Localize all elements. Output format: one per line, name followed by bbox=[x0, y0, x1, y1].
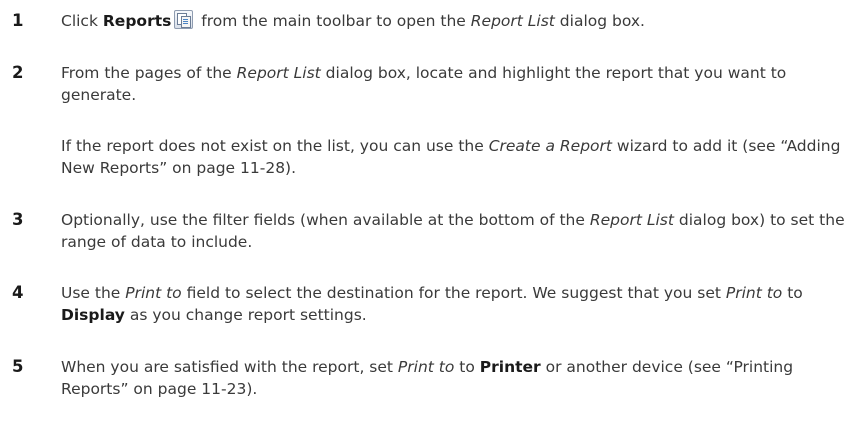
text-run: to bbox=[454, 358, 480, 376]
step-note-text: If the report does not exist on the list… bbox=[61, 135, 846, 179]
text-run: field to select the destination for the … bbox=[181, 284, 726, 302]
ui-term-display: Display bbox=[61, 306, 125, 324]
step-text: Click Reports from the main toolbar to o… bbox=[61, 10, 846, 32]
text-run: If the report does not exist on the list… bbox=[61, 137, 489, 155]
text-run: From the pages of the bbox=[61, 64, 237, 82]
step-number: 5 bbox=[12, 357, 24, 376]
ui-term-create-a-report: Create a Report bbox=[488, 137, 612, 155]
step-text: Use the Print to field to select the des… bbox=[61, 282, 846, 326]
step-text: When you are satisfied with the report, … bbox=[61, 356, 846, 400]
ui-term-report-list: Report List bbox=[589, 211, 674, 229]
step-number: 3 bbox=[12, 210, 24, 229]
ui-term-report-list: Report List bbox=[236, 64, 321, 82]
text-run: Use the bbox=[61, 284, 126, 302]
step-number: 4 bbox=[12, 283, 24, 302]
text-run: from the main toolbar to open the bbox=[196, 12, 471, 30]
step-number: 1 bbox=[12, 11, 24, 30]
ui-term-print-to: Print to bbox=[397, 358, 455, 376]
step-text: From the pages of the Report List dialog… bbox=[61, 62, 846, 106]
instructions-page: 1 Click Reports from the main toolbar to… bbox=[0, 0, 858, 432]
text-run: dialog box. bbox=[554, 12, 645, 30]
ui-term-report-list: Report List bbox=[470, 12, 555, 30]
text-run: When you are satisfied with the report, … bbox=[61, 358, 398, 376]
step-text: Optionally, use the filter fields (when … bbox=[61, 209, 846, 253]
text-run: Click bbox=[61, 12, 103, 30]
ui-term-print-to: Print to bbox=[125, 284, 182, 302]
text-run: Optionally, use the filter fields (when … bbox=[61, 211, 590, 229]
reports-icon bbox=[174, 10, 194, 29]
ui-term-printer: Printer bbox=[479, 358, 541, 376]
ui-term-print-to: Print to bbox=[725, 284, 783, 302]
text-run: to bbox=[782, 284, 803, 302]
text-run: as you change report settings. bbox=[124, 306, 367, 324]
step-number: 2 bbox=[12, 63, 24, 82]
ui-term-reports: Reports bbox=[102, 12, 172, 30]
